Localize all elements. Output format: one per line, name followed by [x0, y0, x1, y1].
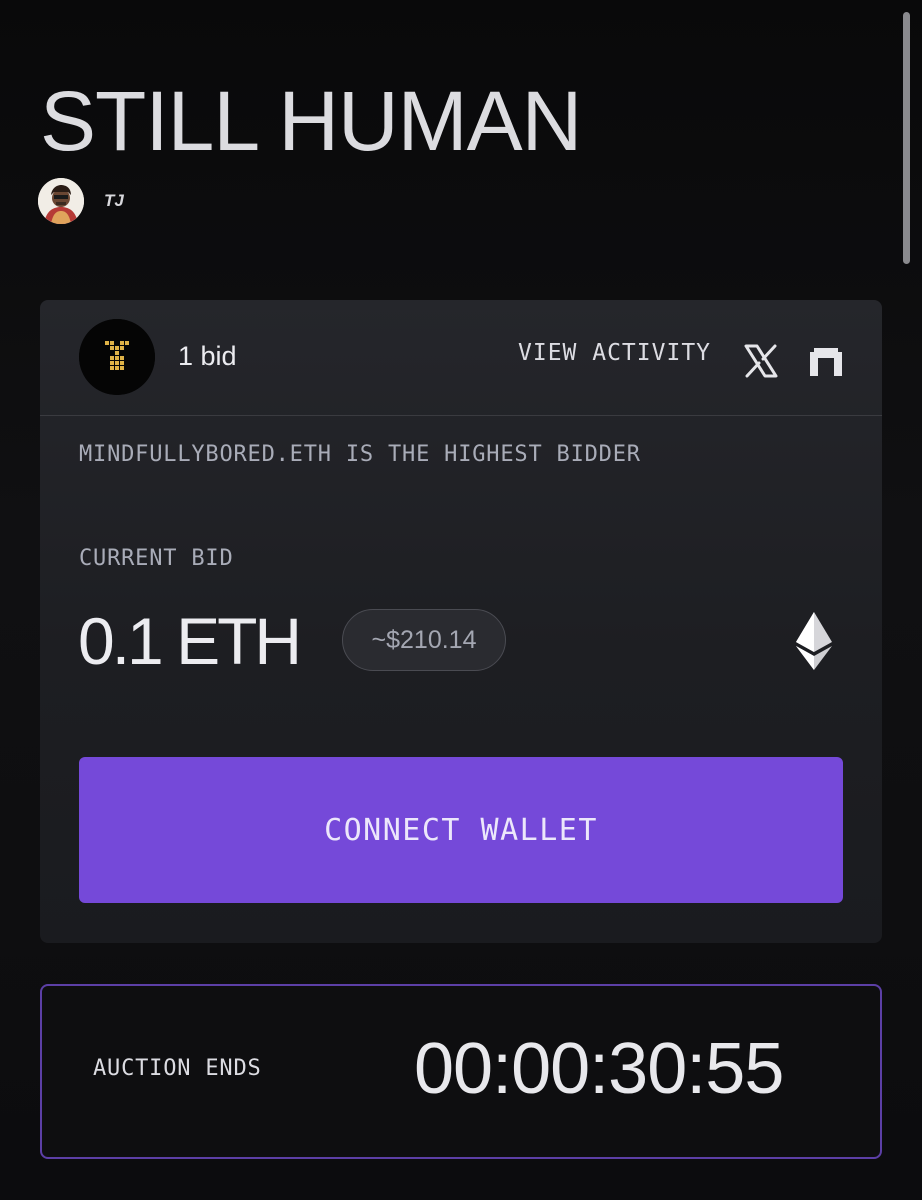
current-bid-amount: 0.1 ETH: [78, 604, 302, 678]
page-title: STILL HUMAN: [40, 74, 582, 169]
view-activity-link[interactable]: VIEW ACTIVITY: [518, 340, 711, 366]
collection-logo-icon: [79, 319, 155, 395]
author-row[interactable]: TJ: [38, 178, 124, 224]
author-name[interactable]: TJ: [104, 191, 124, 211]
bid-count: 1 bid: [178, 341, 237, 371]
avatar[interactable]: [38, 178, 84, 224]
x-icon[interactable]: [744, 344, 778, 378]
scrollbar[interactable]: [903, 12, 910, 264]
bid-card: 1 bid VIEW ACTIVITY MINDFULLYBORED.ETH I…: [40, 300, 882, 943]
ethereum-icon: [796, 612, 832, 670]
highest-bidder-text: MINDFULLYBORED.ETH IS THE HIGHEST BIDDER: [79, 442, 641, 467]
current-bid-label: CURRENT BID: [79, 546, 234, 571]
usd-value-badge: ~$210.14: [342, 609, 506, 671]
countdown-timer: 00:00:30:55: [414, 1029, 784, 1109]
auction-countdown-box: AUCTION ENDS 00:00:30:55: [40, 984, 882, 1159]
bid-card-header: 1 bid VIEW ACTIVITY: [40, 300, 882, 416]
connect-wallet-button[interactable]: CONNECT WALLET: [79, 757, 843, 903]
auction-ends-label: AUCTION ENDS: [93, 1056, 262, 1081]
gate-icon[interactable]: [808, 346, 844, 376]
